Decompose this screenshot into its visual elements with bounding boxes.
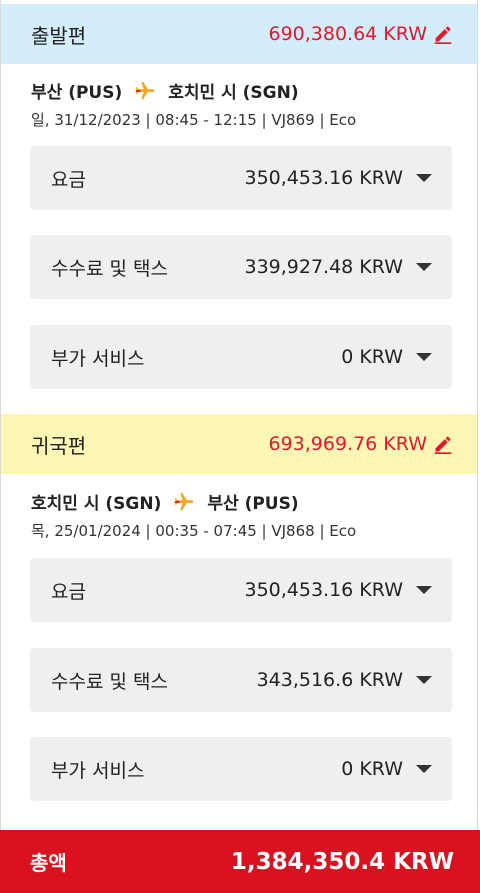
fare-label: 요금 xyxy=(51,168,86,191)
chevron-down-icon[interactable] xyxy=(416,765,432,773)
outbound-flight: 부산 (PUS) 호치민 시 (SGN) 일, 31/12/2023 | 08:… xyxy=(31,78,356,130)
inbound-total[interactable]: 693,969.76 KRW xyxy=(268,433,453,455)
outbound-destination: 호치민 시 (SGN) xyxy=(168,83,299,103)
chevron-down-icon[interactable] xyxy=(416,353,432,361)
outbound-title: 출발편 xyxy=(31,23,87,48)
inbound-header: 귀국편 693,969.76 KRW xyxy=(1,414,477,474)
fare-value: 350,453.16 KRW xyxy=(244,167,403,189)
outbound-flight-details: 일, 31/12/2023 | 08:45 - 12:15 | VJ869 | … xyxy=(31,111,357,129)
grand-total-bar: 총액 1,384,350.4 KRW xyxy=(0,830,480,893)
inbound-origin: 호치민 시 (SGN) xyxy=(31,494,162,514)
grand-total-label: 총액 xyxy=(30,851,67,875)
inbound-total-value: 693,969.76 KRW xyxy=(268,433,427,455)
chevron-down-icon[interactable] xyxy=(416,586,432,594)
addons-label: 부가 서비스 xyxy=(51,759,145,782)
inbound-title: 귀국편 xyxy=(31,433,87,458)
inbound-addons-row[interactable]: 부가 서비스 0 KRW xyxy=(30,737,452,801)
fare-value: 350,453.16 KRW xyxy=(244,579,403,601)
outbound-header: 출발편 690,380.64 KRW xyxy=(1,4,477,64)
addons-label: 부가 서비스 xyxy=(51,347,145,370)
airplane-icon xyxy=(134,80,156,102)
inbound-fare-row[interactable]: 요금 350,453.16 KRW xyxy=(30,558,452,622)
pencil-edit-icon[interactable] xyxy=(433,24,453,44)
inbound-flight: 호치민 시 (SGN) 부산 (PUS) 목, 25/01/2024 | 00:… xyxy=(31,489,356,541)
addons-value: 0 KRW xyxy=(341,346,403,368)
inbound-destination: 부산 (PUS) xyxy=(207,494,299,514)
fare-label: 요금 xyxy=(51,580,86,603)
outbound-addons-row[interactable]: 부가 서비스 0 KRW xyxy=(30,325,452,389)
chevron-down-icon[interactable] xyxy=(416,676,432,684)
fees-value: 343,516.6 KRW xyxy=(256,669,403,691)
outbound-fare-row[interactable]: 요금 350,453.16 KRW xyxy=(30,146,452,210)
pencil-edit-icon[interactable] xyxy=(433,434,453,454)
inbound-fees-row[interactable]: 수수료 및 택스 343,516.6 KRW xyxy=(30,648,452,712)
outbound-route: 부산 (PUS) 호치민 시 (SGN) xyxy=(31,78,356,103)
grand-total-value: 1,384,350.4 KRW xyxy=(230,848,454,875)
chevron-down-icon[interactable] xyxy=(416,174,432,182)
inbound-flight-details: 목, 25/01/2024 | 00:35 - 07:45 | VJ868 | … xyxy=(31,522,357,540)
addons-value: 0 KRW xyxy=(341,758,403,780)
airplane-icon xyxy=(173,491,195,513)
chevron-down-icon[interactable] xyxy=(416,263,432,271)
outbound-total[interactable]: 690,380.64 KRW xyxy=(268,23,453,45)
outbound-origin: 부산 (PUS) xyxy=(31,83,123,103)
outbound-total-value: 690,380.64 KRW xyxy=(268,23,427,45)
inbound-route: 호치민 시 (SGN) 부산 (PUS) xyxy=(31,489,356,514)
outbound-fees-row[interactable]: 수수료 및 택스 339,927.48 KRW xyxy=(30,235,452,299)
fees-value: 339,927.48 KRW xyxy=(244,256,403,278)
fees-label: 수수료 및 택스 xyxy=(51,670,168,693)
fees-label: 수수료 및 택스 xyxy=(51,257,168,280)
